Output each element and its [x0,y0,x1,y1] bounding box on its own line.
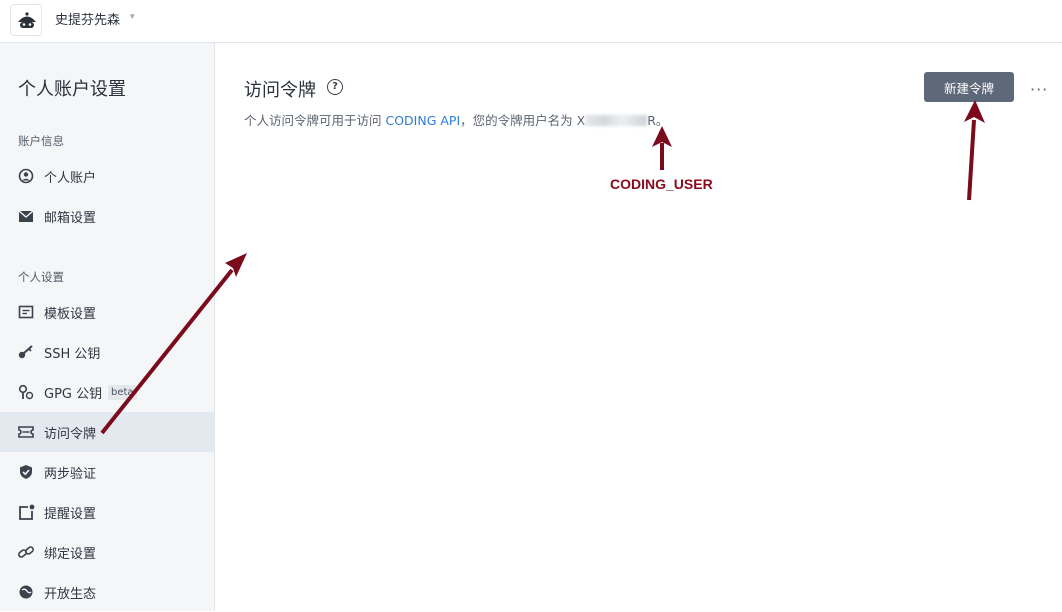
desc-middle: ，您的令牌用户名为 X [460,113,586,128]
team-name[interactable]: 史提芬先森 [55,9,120,28]
link-icon [18,546,34,558]
globe-icon [19,585,33,599]
token-description: 个人访问令牌可用于访问 CODING API，您的令牌用户名为 X R。 [244,110,668,129]
gpg-key-icon [18,384,34,400]
coding-api-link[interactable]: CODING API [385,113,460,128]
sidebar-item-label: 个人账户 [44,171,97,186]
section-account-info: 账户信息 [18,134,64,148]
template-icon [18,305,34,319]
sidebar-item-label: 两步验证 [44,467,97,482]
sidebar-item-open-ecosystem[interactable]: 开放生态 [0,572,214,612]
sidebar: 个人账户设置 账户信息 个人账户 邮箱设置 个人设置 模板设置 SSH 公钥 G… [0,43,215,611]
coding-user-annotation: CODING_USER [610,176,713,192]
sidebar-item-label: GPG 公钥 [44,387,103,402]
arrow-to-username [652,126,672,170]
sidebar-item-ssh-key[interactable]: SSH 公钥 [0,332,214,372]
page-title: 访问令牌 [244,80,316,101]
help-icon[interactable]: ? [327,79,343,95]
sidebar-title: 个人账户设置 [18,79,126,100]
sidebar-item-email[interactable]: 邮箱设置 [0,196,214,236]
team-logo[interactable] [10,4,42,36]
sidebar-item-label: 模板设置 [44,307,97,322]
shield-check-icon [20,465,32,479]
section-personal-settings: 个人设置 [18,270,64,284]
sidebar-item-label: 邮箱设置 [44,211,97,226]
envelope-icon [18,210,34,222]
sidebar-item-two-factor[interactable]: 两步验证 [0,452,214,492]
desc-prefix: 个人访问令牌可用于访问 [244,113,386,128]
redacted-username [585,115,648,126]
more-options-icon[interactable]: ··· [1030,80,1048,99]
ticket-icon [18,426,34,438]
sidebar-item-label: SSH 公钥 [44,347,101,362]
chevron-down-icon[interactable]: ▾ [130,12,135,22]
sidebar-item-label: 提醒设置 [44,507,97,522]
arrow-to-new-token-button [964,100,985,201]
sidebar-item-label: 开放生态 [44,587,97,602]
sidebar-item-access-token[interactable]: 访问令牌 [0,412,214,452]
sidebar-item-template[interactable]: 模板设置 [0,292,214,332]
sidebar-item-account[interactable]: 个人账户 [0,156,214,196]
new-token-button[interactable]: 新建令牌 [924,72,1014,102]
desc-suffix: R。 [647,113,669,128]
beta-badge: beta [108,385,137,400]
mascot-icon [18,12,36,28]
key-icon [18,345,33,359]
user-circle-icon [18,168,34,184]
sidebar-item-bindings[interactable]: 绑定设置 [0,532,214,572]
notification-icon [19,504,35,520]
sidebar-item-notifications[interactable]: 提醒设置 [0,492,214,532]
sidebar-item-gpg-key[interactable]: GPG 公钥 beta [0,372,214,412]
top-bar: 史提芬先森 ▾ [0,0,1062,43]
sidebar-item-label: 绑定设置 [44,547,97,562]
sidebar-item-label: 访问令牌 [44,427,97,442]
